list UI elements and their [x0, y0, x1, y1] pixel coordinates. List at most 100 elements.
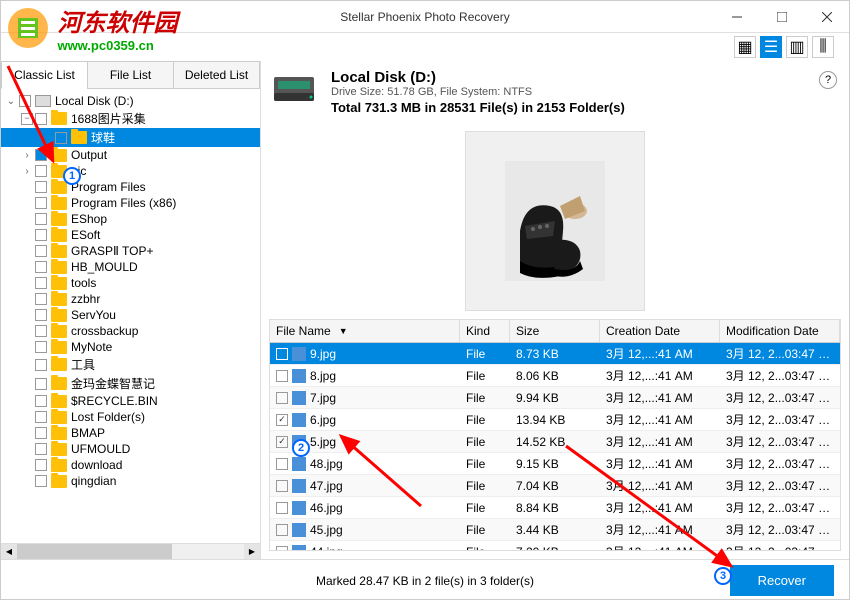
file-creation-date: 3月 12,...:41 AM	[600, 453, 720, 474]
scroll-thumb[interactable]	[17, 544, 172, 559]
tree-checkbox[interactable]	[35, 245, 47, 257]
table-row[interactable]: 9.jpgFile8.73 KB3月 12,...:41 AM3月 12, 2.…	[270, 343, 840, 365]
maximize-button[interactable]	[759, 1, 804, 33]
row-checkbox[interactable]	[276, 414, 288, 426]
expand-toggle-icon[interactable]: ›	[21, 149, 33, 161]
column-modification-date[interactable]: Modification Date	[720, 320, 840, 342]
table-row[interactable]: 6.jpgFile13.94 KB3月 12,...:41 AM3月 12, 2…	[270, 409, 840, 431]
tree-checkbox[interactable]	[35, 378, 47, 390]
tree-checkbox[interactable]	[35, 325, 47, 337]
scroll-right-arrow[interactable]: ▶	[244, 544, 260, 559]
tree-item[interactable]: zzbhr	[1, 291, 260, 307]
collapse-toggle-icon[interactable]: −	[21, 113, 33, 125]
tree-item[interactable]: GRASPⅡ TOP+	[1, 243, 260, 259]
tree-checkbox[interactable]	[55, 132, 67, 144]
expand-toggle-icon[interactable]: ⌄	[5, 95, 17, 107]
tree-checkbox[interactable]	[35, 213, 47, 225]
tree-item[interactable]: $RECYCLE.BIN	[1, 393, 260, 409]
tree-item[interactable]: BMAP	[1, 425, 260, 441]
table-row[interactable]: 46.jpgFile8.84 KB3月 12,...:41 AM3月 12, 2…	[270, 497, 840, 519]
tree-checkbox[interactable]	[35, 459, 47, 471]
row-checkbox[interactable]	[276, 392, 288, 404]
row-checkbox[interactable]	[276, 546, 288, 552]
tree-item-label: Lost Folder(s)	[71, 410, 145, 424]
help-button[interactable]: ?	[819, 71, 837, 89]
tree-item[interactable]: ⌄Local Disk (D:)	[1, 93, 260, 109]
column-size[interactable]: Size	[510, 320, 600, 342]
tree-item[interactable]: Program Files	[1, 179, 260, 195]
tree-checkbox[interactable]	[35, 229, 47, 241]
tree-checkbox[interactable]	[35, 277, 47, 289]
table-row[interactable]: 44.jpgFile7.20 KB3月 12,...:41 AM3月 12, 2…	[270, 541, 840, 551]
tree-item[interactable]: ServYou	[1, 307, 260, 323]
folder-icon	[51, 341, 67, 354]
view-grid-button[interactable]: ▦	[734, 36, 756, 58]
tab-classic-list[interactable]: Classic List	[1, 61, 87, 89]
tree-checkbox[interactable]	[35, 181, 47, 193]
table-row[interactable]: 48.jpgFile9.15 KB3月 12,...:41 AM3月 12, 2…	[270, 453, 840, 475]
row-checkbox[interactable]	[276, 458, 288, 470]
tree-checkbox[interactable]	[35, 197, 47, 209]
tree-item[interactable]: Program Files (x86)	[1, 195, 260, 211]
folder-icon	[51, 149, 67, 162]
row-checkbox[interactable]	[276, 436, 288, 448]
tab-file-list[interactable]: File List	[87, 61, 173, 88]
folder-tree[interactable]: ⌄Local Disk (D:)−1688图片采集球鞋›Output›picPr…	[1, 89, 260, 543]
table-row[interactable]: 45.jpgFile3.44 KB3月 12,...:41 AM3月 12, 2…	[270, 519, 840, 541]
tree-item[interactable]: MyNote	[1, 339, 260, 355]
table-row[interactable]: 47.jpgFile7.04 KB3月 12,...:41 AM3月 12, 2…	[270, 475, 840, 497]
tree-checkbox[interactable]	[35, 309, 47, 321]
minimize-button[interactable]	[714, 1, 759, 33]
row-checkbox[interactable]	[276, 370, 288, 382]
view-columns-button[interactable]: ▥	[786, 36, 808, 58]
tree-checkbox[interactable]	[35, 113, 47, 125]
tree-checkbox[interactable]	[35, 149, 47, 161]
tree-item[interactable]: −1688图片采集	[1, 109, 260, 128]
tree-item-label: UFMOULD	[71, 442, 130, 456]
tree-item[interactable]: 工具	[1, 355, 260, 374]
view-filmstrip-button[interactable]: ⫼	[812, 36, 834, 58]
tree-checkbox[interactable]	[35, 261, 47, 273]
tree-item[interactable]: crossbackup	[1, 323, 260, 339]
table-row[interactable]: 7.jpgFile9.94 KB3月 12,...:41 AM3月 12, 2.…	[270, 387, 840, 409]
row-checkbox[interactable]	[276, 524, 288, 536]
tree-item[interactable]: 球鞋	[1, 128, 260, 147]
tree-item[interactable]: download	[1, 457, 260, 473]
tree-checkbox[interactable]	[35, 411, 47, 423]
table-row[interactable]: 5.jpgFile14.52 KB3月 12,...:41 AM3月 12, 2…	[270, 431, 840, 453]
tree-checkbox[interactable]	[35, 395, 47, 407]
table-row[interactable]: 8.jpgFile8.06 KB3月 12,...:41 AM3月 12, 2.…	[270, 365, 840, 387]
tree-checkbox[interactable]	[35, 475, 47, 487]
tree-item[interactable]: HB_MOULD	[1, 259, 260, 275]
tree-item[interactable]: Lost Folder(s)	[1, 409, 260, 425]
tree-checkbox[interactable]	[19, 95, 31, 107]
tree-checkbox[interactable]	[35, 427, 47, 439]
tree-scrollbar-horizontal[interactable]: ◀ ▶	[1, 543, 260, 559]
tree-item[interactable]: ESoft	[1, 227, 260, 243]
tree-item[interactable]: UFMOULD	[1, 441, 260, 457]
row-checkbox[interactable]	[276, 480, 288, 492]
row-checkbox[interactable]	[276, 348, 288, 360]
tree-checkbox[interactable]	[35, 341, 47, 353]
close-button[interactable]	[804, 1, 849, 33]
tree-item[interactable]: tools	[1, 275, 260, 291]
row-checkbox[interactable]	[276, 502, 288, 514]
tree-item[interactable]: qingdian	[1, 473, 260, 489]
folder-icon	[51, 427, 67, 440]
tree-item[interactable]: 金玛金蝶智慧记	[1, 374, 260, 393]
expand-toggle-icon[interactable]: ›	[21, 165, 33, 177]
column-creation-date[interactable]: Creation Date	[600, 320, 720, 342]
column-filename[interactable]: File Name▼	[270, 320, 460, 342]
recover-button[interactable]: Recover	[730, 565, 834, 596]
view-list-button[interactable]: ☰	[760, 36, 782, 58]
tree-checkbox[interactable]	[35, 165, 47, 177]
tree-checkbox[interactable]	[35, 443, 47, 455]
tree-checkbox[interactable]	[35, 359, 47, 371]
tab-deleted-list[interactable]: Deleted List	[173, 61, 260, 88]
tree-item[interactable]: ›Output	[1, 147, 260, 163]
scroll-left-arrow[interactable]: ◀	[1, 544, 17, 559]
tree-checkbox[interactable]	[35, 293, 47, 305]
column-kind[interactable]: Kind	[460, 320, 510, 342]
tree-item[interactable]: ›pic	[1, 163, 260, 179]
tree-item[interactable]: EShop	[1, 211, 260, 227]
